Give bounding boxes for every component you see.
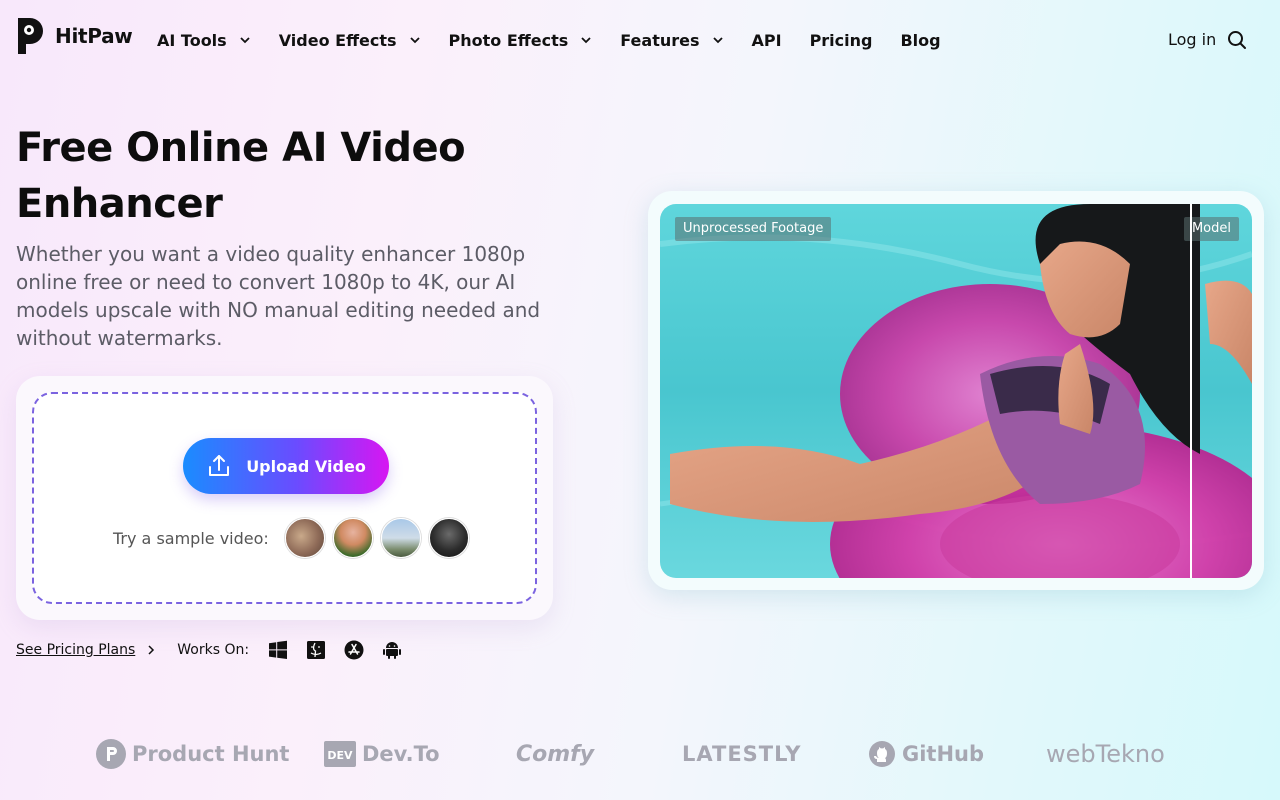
brand-label: Product Hunt bbox=[132, 742, 290, 766]
upload-button-label: Upload Video bbox=[246, 456, 366, 476]
sample-video-thumbnail[interactable] bbox=[380, 518, 421, 558]
devto-logo: DEV Dev.To bbox=[324, 738, 440, 770]
nav-api[interactable]: API bbox=[752, 31, 782, 50]
sample-video-frame bbox=[660, 204, 1252, 578]
chevron-down-icon bbox=[240, 37, 250, 44]
sample-label: Try a sample video: bbox=[113, 528, 269, 548]
webtekno-logo: webTekno bbox=[1046, 738, 1165, 770]
sample-videos: Try a sample video: bbox=[113, 518, 469, 558]
sample-video-thumbnail[interactable] bbox=[428, 518, 469, 558]
product-hunt-logo: Product Hunt bbox=[96, 738, 289, 770]
chevron-down-icon bbox=[409, 37, 420, 44]
comfy-logo: Comfy bbox=[516, 738, 594, 770]
works-on-label: Works On: bbox=[177, 642, 250, 658]
nav-label: Photo Effects bbox=[448, 30, 569, 50]
nav-blog[interactable]: Blog bbox=[900, 31, 940, 50]
upload-dropzone[interactable]: Upload Video Try a sample video: bbox=[32, 392, 537, 604]
model-label: Model bbox=[1183, 217, 1239, 241]
main-nav: AI Tools Video Effects Photo Effects Fea… bbox=[157, 26, 969, 54]
search-icon[interactable] bbox=[1227, 30, 1247, 50]
nav-video-effects[interactable]: Video Effects bbox=[279, 31, 421, 50]
hero-subtitle: Whether you want a video quality enhance… bbox=[16, 242, 541, 350]
nav-pricing[interactable]: Pricing bbox=[810, 31, 873, 50]
brand-label: webTekno bbox=[1046, 740, 1165, 768]
svg-text:DEV: DEV bbox=[327, 749, 353, 762]
chevron-down-icon bbox=[712, 37, 723, 44]
github-icon bbox=[869, 741, 895, 767]
devto-icon: DEV bbox=[324, 741, 356, 767]
brand-label: LATESTLY bbox=[682, 742, 802, 766]
video-compare-frame: Unprocessed Footage Model bbox=[648, 191, 1264, 590]
upload-icon bbox=[209, 455, 230, 476]
nav-features[interactable]: Features bbox=[620, 31, 723, 50]
upload-card: Upload Video Try a sample video: bbox=[16, 376, 553, 620]
chevron-right-icon[interactable] bbox=[145, 644, 157, 656]
unprocessed-label: Unprocessed Footage bbox=[675, 217, 832, 241]
brand-label: Comfy bbox=[516, 741, 595, 767]
brand-label: GitHub bbox=[902, 742, 985, 766]
site-header: HitPaw AI Tools Video Effects Photo Effe… bbox=[0, 0, 1280, 80]
see-pricing-link[interactable]: See Pricing Plans bbox=[16, 642, 135, 658]
latestly-logo: LATESTLY bbox=[682, 738, 801, 770]
github-logo: GitHub bbox=[868, 738, 984, 770]
chevron-down-icon bbox=[581, 37, 591, 44]
featured-on-logos: Product Hunt DEV Dev.To Comfy LATESTLY G… bbox=[0, 730, 1280, 778]
nav-label: Pricing bbox=[809, 30, 873, 50]
sample-video-thumbnail[interactable] bbox=[332, 518, 373, 558]
video-compare[interactable]: Unprocessed Footage Model bbox=[660, 204, 1252, 578]
page-title: Free Online AI Video Enhancer bbox=[16, 120, 576, 232]
app-store-icon bbox=[344, 640, 364, 660]
nav-label: Video Effects bbox=[278, 30, 397, 50]
title-line-1: Free Online AI Video bbox=[16, 125, 466, 171]
hitpaw-logo[interactable]: HitPaw bbox=[16, 16, 133, 56]
nav-photo-effects[interactable]: Photo Effects bbox=[449, 31, 593, 50]
android-icon bbox=[383, 642, 402, 659]
title-line-2: Enhancer bbox=[16, 181, 223, 227]
upload-video-button[interactable]: Upload Video bbox=[183, 438, 389, 494]
hitpaw-logo-icon bbox=[18, 18, 43, 54]
compare-slider-handle[interactable] bbox=[1190, 204, 1192, 578]
nav-label: Blog bbox=[900, 30, 941, 50]
pricing-and-platforms: See Pricing Plans Works On: bbox=[16, 638, 411, 662]
windows-icon bbox=[269, 640, 288, 659]
nav-label: AI Tools bbox=[157, 30, 227, 50]
nav-label: API bbox=[751, 30, 782, 50]
nav-ai-tools[interactable]: AI Tools bbox=[157, 31, 251, 50]
brand-name: HitPaw bbox=[55, 24, 133, 48]
nav-label: Features bbox=[620, 30, 700, 50]
product-hunt-icon bbox=[96, 739, 126, 769]
login-link[interactable]: Log in bbox=[1168, 30, 1216, 49]
mac-icon bbox=[307, 641, 326, 659]
brand-label: Dev.To bbox=[362, 742, 440, 766]
sample-video-thumbnail[interactable] bbox=[284, 518, 325, 558]
